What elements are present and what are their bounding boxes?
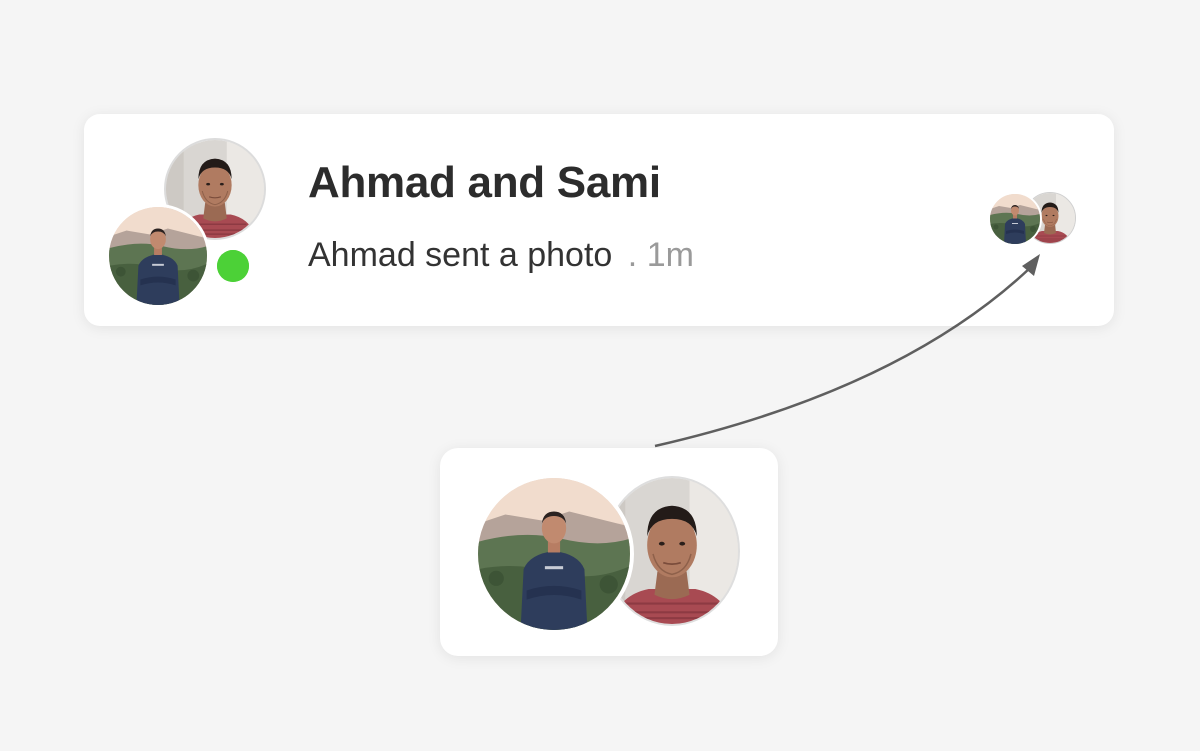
read-receipt-zoom-card — [440, 448, 778, 656]
read-receipt-outdoors-avatar — [988, 192, 1042, 246]
preview-separator: . — [627, 236, 638, 274]
message-preview: Ahmad sent a photo . 1m — [308, 236, 694, 275]
read-receipt-avatars — [986, 190, 1082, 246]
online-status-dot — [213, 246, 253, 286]
group-avatar — [104, 136, 266, 308]
conversation-title: Ahmad and Sami — [308, 158, 661, 207]
person-outdoors-avatar — [106, 204, 210, 308]
zoomed-outdoors-avatar — [474, 474, 634, 634]
preview-text: Ahmad sent a photo — [308, 236, 613, 274]
message-time: 1m — [646, 236, 694, 274]
conversation-card[interactable]: Ahmad and Sami Ahmad sent a photo . 1m — [84, 114, 1114, 326]
